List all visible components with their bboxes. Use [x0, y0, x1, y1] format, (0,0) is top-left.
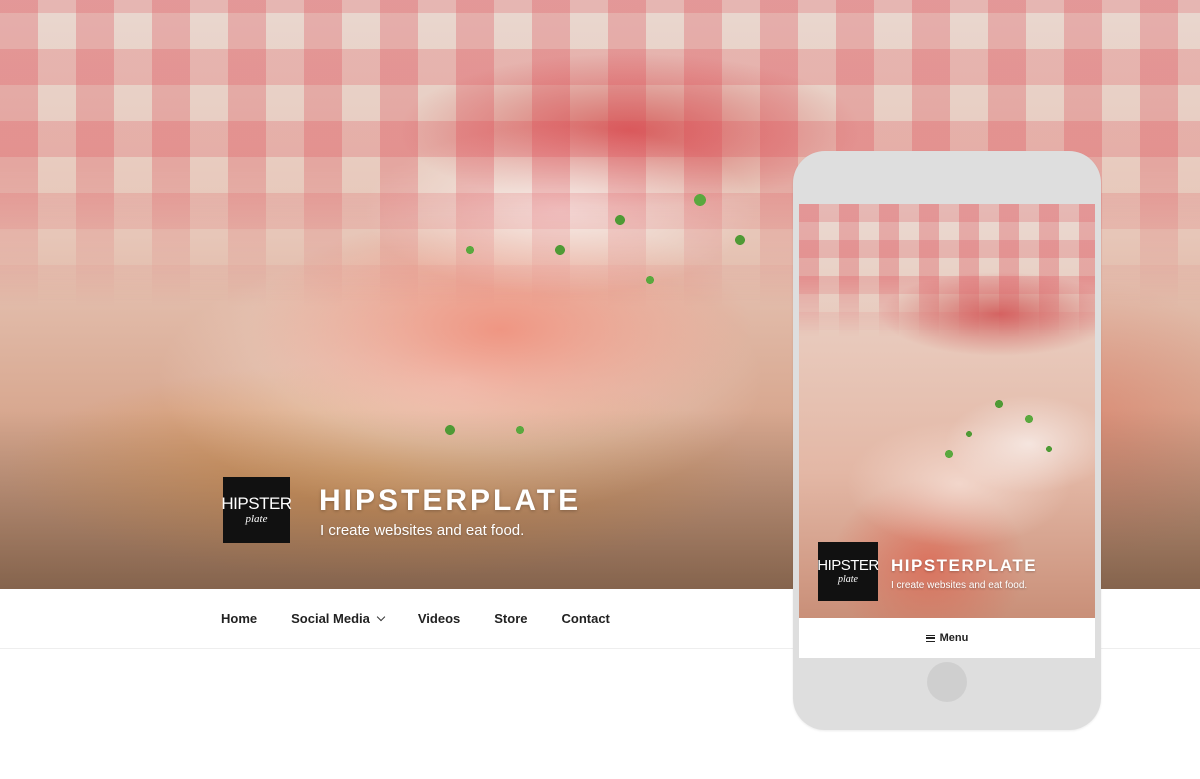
phone-home-button[interactable] [927, 662, 967, 702]
nav-item-label: Store [494, 611, 528, 626]
logo-sub-text: plate [838, 574, 858, 585]
mobile-site-description: I create websites and eat food. [891, 580, 1028, 591]
mobile-header-hero: HIPSTER plate HIPSTERPLATE I create webs… [799, 204, 1095, 618]
logo-sub-text: plate [245, 513, 268, 525]
logo-main-text: HIPSTER [221, 494, 292, 513]
nav-item-social-media[interactable]: Social Media [291, 611, 386, 626]
chevron-down-icon [376, 612, 386, 622]
hamburger-icon [925, 634, 935, 642]
nav-item-label: Social Media [291, 611, 370, 626]
nav-item-contact[interactable]: Contact [562, 611, 610, 626]
nav-item-home[interactable]: Home [221, 611, 257, 626]
site-title[interactable]: HIPSTERPLATE [319, 484, 581, 518]
nav-item-label: Home [221, 611, 258, 626]
phone-mockup: HIPSTER plate HIPSTERPLATE I create webs… [793, 151, 1101, 730]
mobile-site-title[interactable]: HIPSTERPLATE [891, 556, 1037, 576]
mobile-site-logo[interactable]: HIPSTER plate [817, 542, 879, 601]
nav-menu: Home Social Media Videos Store Contact [221, 589, 644, 648]
site-description: I create websites and eat food. [320, 522, 525, 539]
nav-item-store[interactable]: Store [494, 611, 527, 626]
nav-item-label: Contact [561, 611, 610, 626]
phone-screen: HIPSTER plate HIPSTERPLATE I create webs… [799, 204, 1095, 658]
nav-item-label: Videos [417, 611, 461, 626]
mobile-menu-label: Menu [939, 632, 969, 644]
mobile-menu-toggle[interactable]: Menu [799, 618, 1095, 658]
nav-item-videos[interactable]: Videos [418, 611, 460, 626]
logo-main-text: HIPSTER [817, 557, 879, 574]
site-logo[interactable]: HIPSTER plate [221, 477, 292, 543]
